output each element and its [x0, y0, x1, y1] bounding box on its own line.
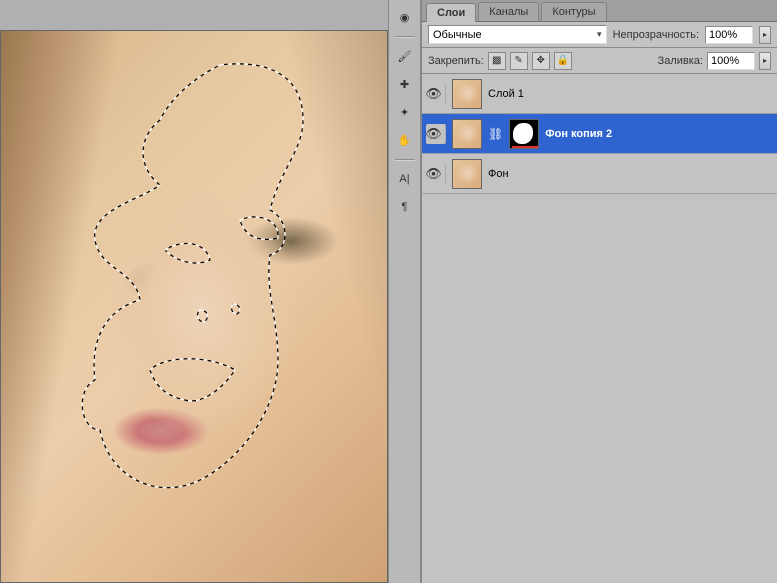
- tab-layers[interactable]: Слои: [426, 3, 476, 22]
- lock-label: Закрепить:: [428, 55, 484, 67]
- fill-label: Заливка:: [658, 55, 703, 67]
- lock-position-icon[interactable]: ✥: [532, 52, 550, 70]
- character-panel-icon[interactable]: A|: [393, 168, 417, 190]
- lock-transparency-icon[interactable]: ▩: [488, 52, 506, 70]
- blend-opacity-row: Обычные Непрозрачность: 100% ▸: [422, 22, 777, 48]
- layer-row[interactable]: 👁 Фон: [422, 154, 777, 194]
- layer-name[interactable]: Слой 1: [488, 88, 773, 100]
- expose-tool-icon[interactable]: ◉: [393, 6, 417, 28]
- document-photo[interactable]: [0, 30, 388, 583]
- blend-mode-value: Обычные: [433, 29, 482, 41]
- lock-all-icon[interactable]: 🔒: [554, 52, 572, 70]
- layers-panel: Слои Каналы Контуры Обычные Непрозрачнос…: [421, 0, 777, 583]
- canvas-area[interactable]: [0, 0, 388, 583]
- visibility-eye-icon[interactable]: 👁: [426, 164, 446, 184]
- blend-mode-select[interactable]: Обычные: [428, 25, 607, 44]
- patch-tool-icon[interactable]: ✦: [393, 101, 417, 123]
- opacity-label: Непрозрачность:: [613, 29, 699, 41]
- tab-paths[interactable]: Контуры: [541, 2, 606, 21]
- layer-thumbnail[interactable]: [452, 159, 482, 189]
- hand-tool-icon[interactable]: ✋: [393, 129, 417, 151]
- layer-thumbnail[interactable]: [452, 79, 482, 109]
- layer-thumbnail[interactable]: [452, 119, 482, 149]
- layer-mask-thumbnail[interactable]: [509, 119, 539, 149]
- opacity-input[interactable]: 100%: [705, 26, 753, 44]
- healing-tool-icon[interactable]: ✚: [393, 73, 417, 95]
- visibility-eye-icon[interactable]: 👁: [426, 124, 446, 144]
- layer-name[interactable]: Фон копия 2: [545, 128, 773, 140]
- paragraph-panel-icon[interactable]: ¶: [393, 196, 417, 218]
- lock-pixels-icon[interactable]: ✎: [510, 52, 528, 70]
- toolbar-separator: [395, 159, 415, 160]
- opacity-value: 100%: [709, 29, 737, 41]
- fill-input[interactable]: 100%: [707, 52, 755, 70]
- brush-tool-icon[interactable]: 🖌: [393, 45, 417, 67]
- lock-fill-row: Закрепить: ▩ ✎ ✥ 🔒 Заливка: 100% ▸: [422, 48, 777, 74]
- toolbar-separator: [395, 36, 415, 37]
- panel-tabs: Слои Каналы Контуры: [422, 0, 777, 22]
- fill-value: 100%: [711, 55, 739, 67]
- visibility-eye-icon[interactable]: 👁: [426, 84, 446, 104]
- layers-list: 👁 Слой 1 👁 ⛓ Фон копия 2 👁 Фон: [422, 74, 777, 583]
- mask-link-icon[interactable]: ⛓: [488, 127, 503, 141]
- opacity-stepper-icon[interactable]: ▸: [759, 26, 771, 44]
- tab-channels[interactable]: Каналы: [478, 2, 539, 21]
- vertical-toolbar: ◉ 🖌 ✚ ✦ ✋ A| ¶: [388, 0, 421, 583]
- layer-row[interactable]: 👁 Слой 1: [422, 74, 777, 114]
- layer-name[interactable]: Фон: [488, 168, 773, 180]
- fill-stepper-icon[interactable]: ▸: [759, 52, 771, 70]
- layer-row-selected[interactable]: 👁 ⛓ Фон копия 2: [422, 114, 777, 154]
